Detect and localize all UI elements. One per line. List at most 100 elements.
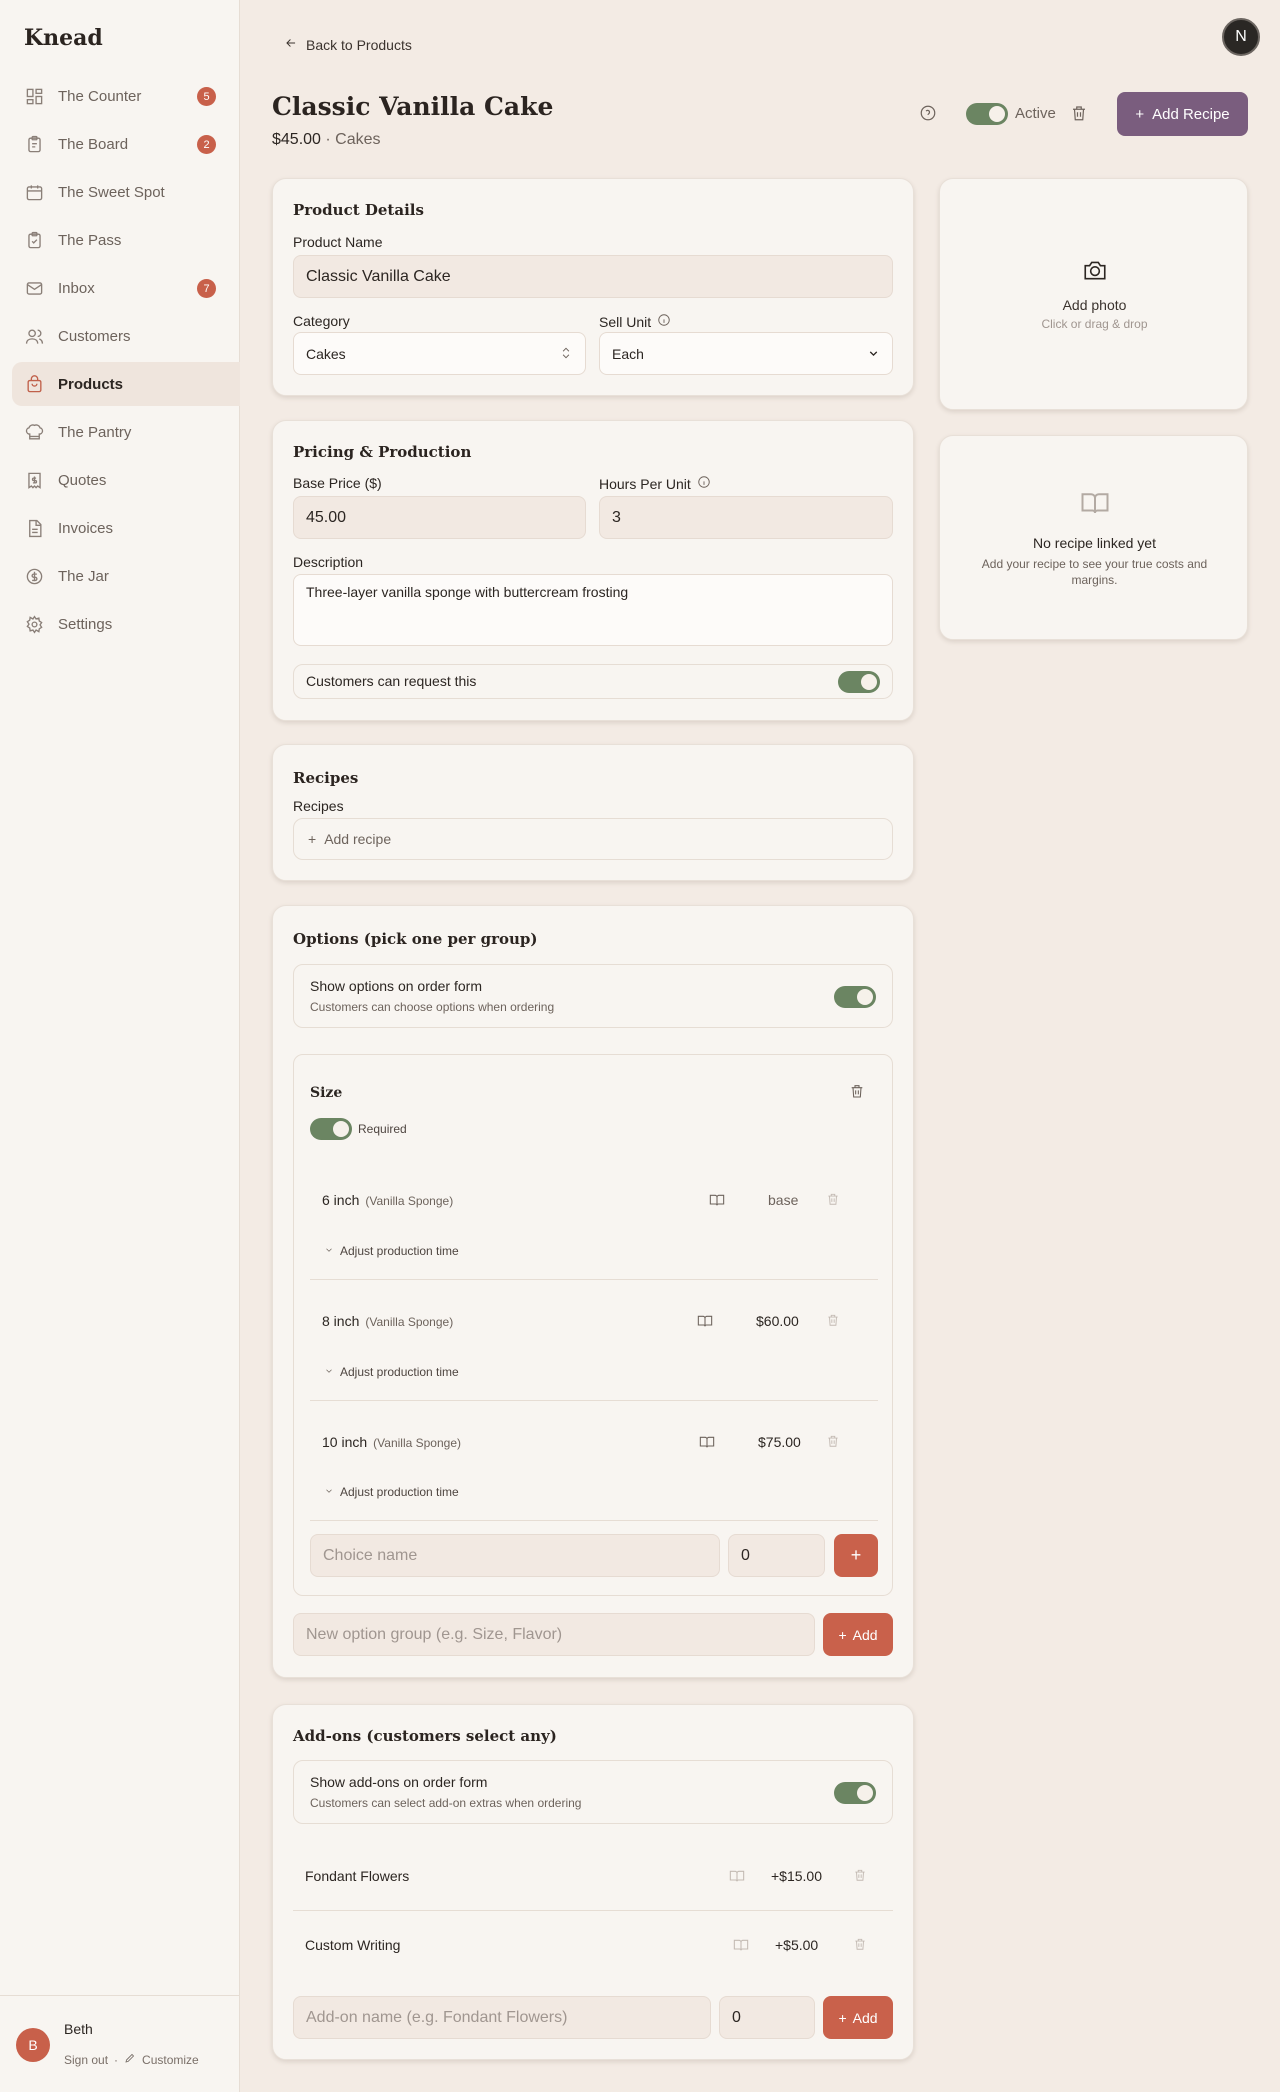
option-group-size: Size Required 6 inch (Vanilla Sponge) bas… [293,1054,893,1596]
calendar-icon [24,182,44,202]
addon-name[interactable]: Custom Writing [305,1937,400,1953]
sidebar-item-settings[interactable]: Settings [12,602,240,646]
delete-addon-icon[interactable] [853,1868,867,1886]
recipe-book-icon[interactable] [729,1868,745,1888]
new-option-group-input[interactable]: New option group (e.g. Size, Flavor) [293,1613,815,1656]
field-label: Base Price ($) [293,475,382,491]
sidebar-item-products[interactable]: Products [12,362,240,406]
recipe-book-icon[interactable] [733,1937,749,1957]
sidebar-item-the-pass[interactable]: The Pass [12,218,240,262]
show-options-toggle[interactable] [834,986,876,1008]
choice-name: 6 inch [322,1192,360,1208]
sidebar-item-customers[interactable]: Customers [12,314,240,358]
choice-recipe: (Vanilla Sponge) [373,1436,461,1450]
card-title: Recipes [293,769,359,787]
add-recipe-button[interactable]: + Add Recipe [1117,92,1248,136]
delete-choice-icon[interactable] [826,1313,840,1331]
recipe-book-icon[interactable] [697,1313,713,1333]
field-label: Description [293,554,364,570]
user-links: Sign out · Customize [64,2052,199,2067]
addons-card: Add-ons (customers select any) Show add-… [272,1704,914,2060]
info-icon[interactable] [657,313,671,330]
product-name-input[interactable]: Classic Vanilla Cake [293,255,893,298]
chevron-down-icon [324,1365,334,1379]
required-toggle[interactable] [310,1118,352,1140]
sidebar-item-invoices[interactable]: Invoices [12,506,240,550]
add-addon-button[interactable]: + Add [823,1996,893,2039]
add-choice-button[interactable]: + [834,1534,878,1577]
customers-request-label: Customers can request this [306,673,477,689]
choice-price[interactable]: $75.00 [758,1434,801,1450]
info-icon[interactable] [697,475,711,492]
show-addons-toggle[interactable] [834,1782,876,1804]
customize-link[interactable]: Customize [142,2053,199,2067]
choice-item[interactable]: 10 inch (Vanilla Sponge) [322,1434,461,1450]
arrow-left-icon [284,36,298,53]
addon-price[interactable]: +$5.00 [775,1937,818,1953]
adjust-label: Adjust production time [340,1485,459,1499]
add-option-group-button[interactable]: + Add [823,1613,893,1656]
sell-unit-label: Sell Unit [599,313,671,330]
recipe-book-icon[interactable] [709,1192,725,1212]
delete-group-icon[interactable] [849,1083,865,1103]
option-group-name: Size [310,1085,343,1101]
sidebar-item-label: The Sweet Spot [58,183,165,201]
page-title: Classic Vanilla Cake [272,92,554,121]
help-icon[interactable] [919,104,937,122]
addon-name[interactable]: Fondant Flowers [305,1868,409,1884]
sidebar-item-label: Invoices [58,519,114,537]
page-subtitle: $45.00 · Cakes [272,131,381,149]
choice-item[interactable]: 8 inch (Vanilla Sponge) [322,1313,453,1329]
adjust-production-toggle[interactable]: Adjust production time [324,1244,459,1258]
plus-icon: + [838,2009,847,2026]
photo-card[interactable]: Add photo Click or drag & drop [939,178,1248,410]
add-recipe-row[interactable]: + Add recipe [293,818,893,860]
choice-name-input[interactable]: Choice name [310,1534,720,1577]
sidebar-item-the-sweet-spot[interactable]: The Sweet Spot [12,170,240,214]
delete-choice-icon[interactable] [826,1434,840,1452]
category-select[interactable]: Cakes [293,332,586,375]
sidebar-item-the-board[interactable]: The Board 2 [12,122,240,166]
sidebar-item-the-jar[interactable]: The Jar [12,554,240,598]
profile-avatar[interactable]: N [1222,18,1260,56]
customers-request-toggle[interactable] [838,671,880,693]
add-label: Add [852,1626,878,1643]
recipe-status-card: No recipe linked yet Add your recipe to … [939,435,1248,640]
sidebar-item-the-pantry[interactable]: The Pantry [12,410,240,454]
base-price-input[interactable]: 45.00 [293,496,586,539]
addon-name-input[interactable]: Add-on name (e.g. Fondant Flowers) [293,1996,711,2039]
addon-price-input[interactable]: 0 [719,1996,815,2039]
choice-item[interactable]: 6 inch (Vanilla Sponge) [322,1192,453,1208]
brand-logo[interactable]: Knead [24,25,103,51]
choice-price[interactable]: base [768,1192,798,1208]
delete-addon-icon[interactable] [853,1937,867,1955]
add-photo-hint: Click or drag & drop [1041,317,1148,331]
choice-price[interactable]: $60.00 [756,1313,799,1329]
hours-per-unit-input[interactable]: 3 [599,496,893,539]
description-textarea[interactable]: Three-layer vanilla sponge with buttercr… [293,574,893,646]
plus-icon: + [838,1626,847,1643]
sell-unit-select[interactable]: Each [599,332,893,375]
delete-product-icon[interactable] [1070,104,1088,126]
choice-price-input[interactable]: 0 [728,1534,825,1577]
active-toggle[interactable] [966,103,1008,125]
sign-out-link[interactable]: Sign out [64,2053,108,2067]
addon-price[interactable]: +$15.00 [771,1868,822,1884]
choice-name: 8 inch [322,1313,360,1329]
choice-name: 10 inch [322,1434,368,1450]
adjust-production-toggle[interactable]: Adjust production time [324,1485,459,1499]
avatar[interactable]: B [16,2028,50,2062]
sidebar-item-inbox[interactable]: Inbox 7 [12,266,240,310]
pricing-card: Pricing & Production Base Price ($) 45.0… [272,420,914,721]
card-title: Product Details [293,201,424,219]
add-label: Add [852,2009,878,2026]
delete-choice-icon[interactable] [826,1192,840,1210]
sidebar-item-the-counter[interactable]: The Counter 5 [12,74,240,118]
sell-unit-value: Each [612,345,644,362]
sidebar-item-quotes[interactable]: Quotes [12,458,240,502]
chef-hat-icon [24,422,44,442]
back-link[interactable]: Back to Products [284,36,412,53]
adjust-production-toggle[interactable]: Adjust production time [324,1365,459,1379]
recipe-book-icon[interactable] [699,1434,715,1454]
card-title: Add-ons (customers select any) [293,1727,557,1745]
